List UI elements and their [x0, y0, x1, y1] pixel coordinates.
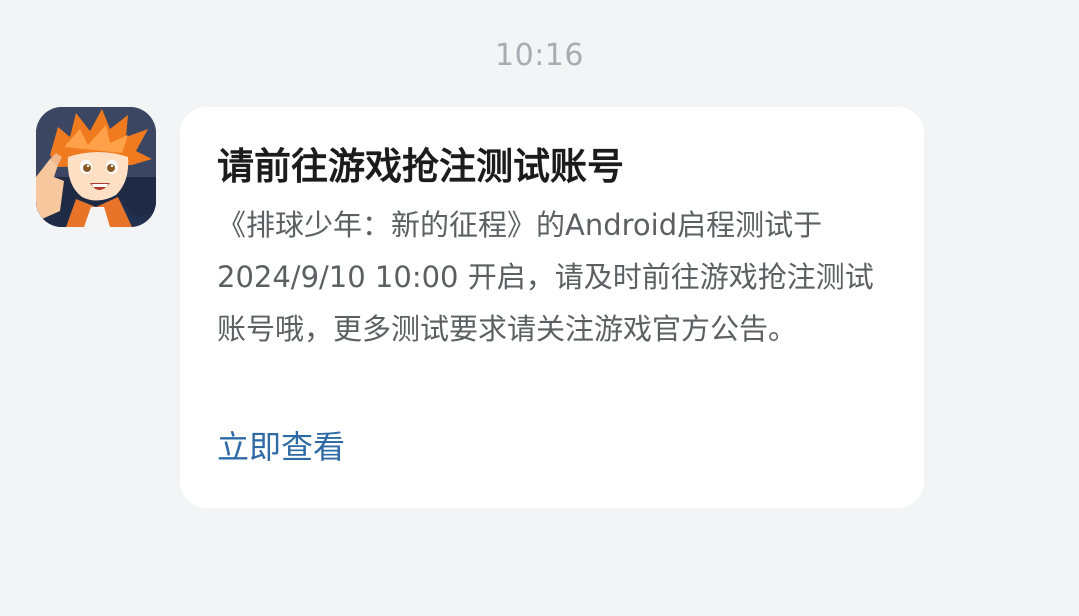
- view-now-link[interactable]: 立即查看: [217, 425, 345, 469]
- message-body: 《排球少年：新的征程》的Android启程测试于 2024/9/10 10:00…: [217, 208, 874, 346]
- message-timestamp: 10:16: [495, 38, 584, 73]
- message-title: 请前往游戏抢注测试账号: [217, 144, 624, 188]
- game-app-icon[interactable]: [36, 107, 156, 227]
- avatar-illustration: [36, 107, 156, 227]
- message-card[interactable]: 请前往游戏抢注测试账号 《排球少年：新的征程》的Android启程测试于 202…: [180, 107, 924, 508]
